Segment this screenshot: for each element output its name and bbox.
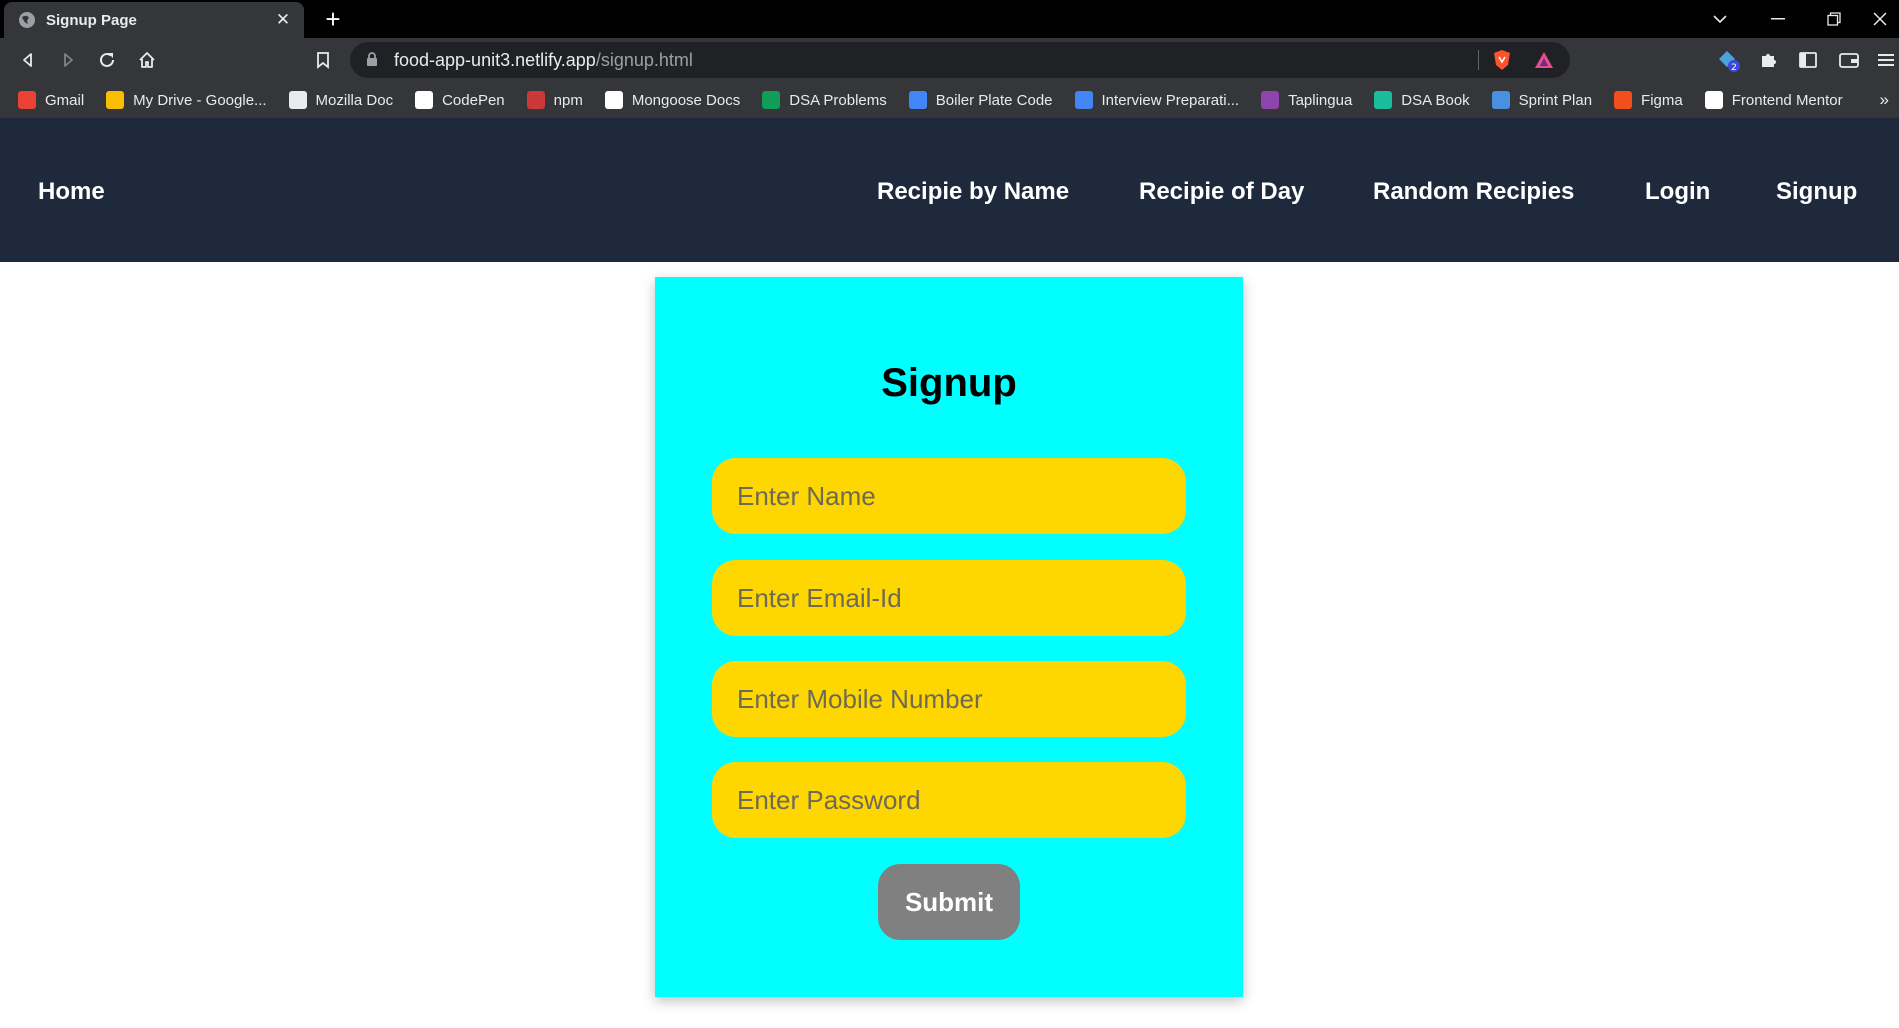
url-text: food-app-unit3.netlify.app/signup.html: [394, 50, 693, 70]
bookmark-item[interactable]: Mozilla Doc: [288, 91, 394, 109]
tab-search-icon[interactable]: [1690, 0, 1750, 38]
signup-title: Signup: [881, 361, 1017, 405]
extension-badge: 2: [1731, 63, 1737, 72]
plan-icon: [1491, 91, 1510, 109]
gmail-icon: [18, 91, 36, 109]
bookmark-item[interactable]: DSA Problems: [762, 91, 887, 109]
bookmark-label: My Drive - Google...: [133, 91, 267, 109]
omnibox-divider: [1478, 50, 1479, 70]
bookmark-label: Frontend Mentor: [1731, 91, 1843, 109]
google-sheets-icon: [762, 91, 781, 109]
lock-icon: [366, 52, 378, 72]
bookmark-label: Interview Preparati...: [1101, 91, 1240, 109]
close-window-button[interactable]: [1860, 0, 1899, 38]
bookmark-item[interactable]: My Drive - Google...: [106, 91, 267, 109]
home-icon[interactable]: [131, 44, 163, 76]
nav-login-link[interactable]: Login: [1645, 178, 1710, 206]
star-icon: [1261, 91, 1280, 109]
bookmark-label: Boiler Plate Code: [935, 91, 1053, 109]
tab-title: Signup Page: [46, 11, 137, 29]
nav-home-link[interactable]: Home: [38, 178, 105, 206]
nav-random-recipes-link[interactable]: Random Recipies: [1373, 178, 1574, 206]
bookmark-label: Gmail: [45, 91, 85, 109]
bookmark-item[interactable]: CodePen: [415, 91, 505, 109]
bookmark-label: Mongoose Docs: [631, 91, 741, 109]
mobile-input[interactable]: [712, 661, 1186, 737]
google-drive-icon: [106, 91, 125, 109]
bookmark-item[interactable]: Sprint Plan: [1491, 91, 1593, 109]
more-bookmarks-button[interactable]: »: [1880, 90, 1889, 110]
address-bar[interactable]: food-app-unit3.netlify.app/signup.html: [350, 42, 1570, 78]
brave-shields-icon[interactable]: [1490, 48, 1514, 72]
restore-button[interactable]: [1804, 0, 1864, 38]
bookmarks-bar: Gmail My Drive - Google... Mozilla Doc Code…: [0, 82, 1899, 118]
bookmark-label: npm: [553, 91, 583, 109]
back-button[interactable]: [12, 44, 44, 76]
browser-toolbar: food-app-unit3.netlify.app/signup.html 2: [0, 38, 1899, 82]
name-input[interactable]: [712, 458, 1186, 534]
browser-tab-strip: Signup Page ✕ +: [0, 0, 1899, 38]
book-icon: [1374, 91, 1393, 109]
nav-recipe-by-name-link[interactable]: Recipie by Name: [877, 178, 1069, 206]
bookmark-icon[interactable]: [307, 44, 339, 76]
extension-icon[interactable]: 2: [1712, 44, 1744, 76]
email-input[interactable]: [712, 560, 1186, 636]
wallet-icon[interactable]: [1833, 44, 1865, 76]
bookmark-item[interactable]: Figma: [1614, 91, 1683, 109]
nav-signup-link[interactable]: Signup: [1776, 178, 1857, 206]
google-docs-icon: [908, 91, 927, 109]
menu-icon[interactable]: [1870, 44, 1899, 76]
bookmark-item[interactable]: DSA Book: [1374, 91, 1470, 109]
frontend-mentor-icon: [1704, 91, 1723, 109]
new-tab-button[interactable]: +: [318, 4, 348, 34]
signup-card: Signup Submit: [655, 277, 1243, 997]
submit-button[interactable]: Submit: [878, 864, 1020, 940]
extensions-puzzle-icon[interactable]: [1752, 44, 1784, 76]
bookmark-item[interactable]: Mongoose Docs: [604, 91, 741, 109]
minimize-button[interactable]: [1748, 0, 1808, 38]
codepen-icon: [415, 91, 434, 109]
bookmark-label: Sprint Plan: [1518, 91, 1593, 109]
tab-close-icon[interactable]: ✕: [272, 10, 294, 30]
globe-icon: [18, 11, 36, 29]
site-navbar: Home Recipie by Name Recipie of Day Rand…: [0, 118, 1899, 262]
bookmark-item[interactable]: Gmail: [18, 91, 84, 109]
figma-icon: [1614, 91, 1633, 109]
bookmark-label: DSA Book: [1401, 91, 1470, 109]
bookmark-label: DSA Problems: [789, 91, 887, 109]
nav-recipe-of-day-link[interactable]: Recipie of Day: [1139, 178, 1304, 206]
bookmark-label: Mozilla Doc: [315, 91, 394, 109]
bookmark-label: CodePen: [442, 91, 505, 109]
sidebar-icon[interactable]: [1792, 44, 1824, 76]
bookmark-item[interactable]: Frontend Mentor: [1704, 91, 1843, 109]
brave-rewards-icon[interactable]: [1532, 48, 1556, 72]
mongoose-icon: [604, 91, 623, 109]
bookmark-item[interactable]: Boiler Plate Code: [908, 91, 1053, 109]
bookmark-label: Taplingua: [1288, 91, 1353, 109]
bookmark-item[interactable]: Interview Preparati...: [1074, 91, 1240, 109]
browser-tab[interactable]: Signup Page ✕: [4, 2, 304, 38]
google-docs-icon: [1074, 91, 1093, 109]
bookmark-label: Figma: [1641, 91, 1683, 109]
mdn-icon: [288, 91, 307, 109]
reload-icon[interactable]: [91, 44, 123, 76]
npm-icon: [526, 91, 545, 109]
bookmark-item[interactable]: npm: [526, 91, 583, 109]
forward-button[interactable]: [52, 44, 84, 76]
password-input[interactable]: [712, 762, 1186, 838]
bookmark-item[interactable]: Taplingua: [1261, 91, 1352, 109]
